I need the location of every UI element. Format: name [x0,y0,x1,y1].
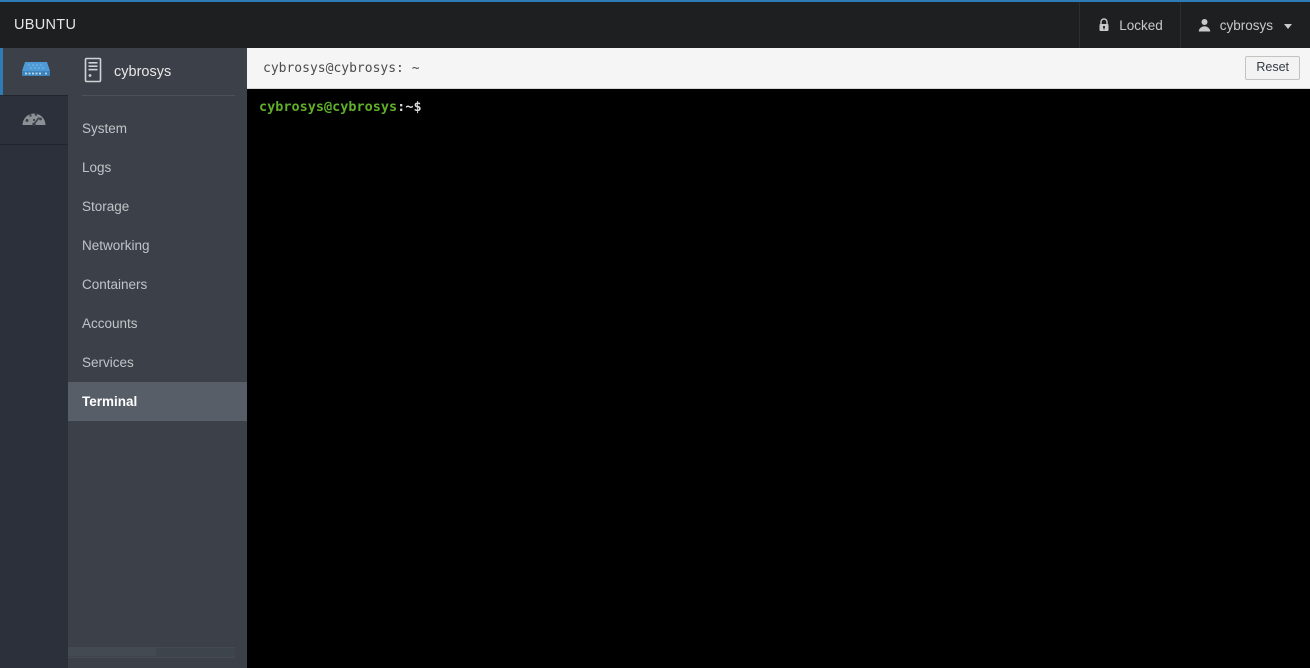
user-menu-button[interactable]: cybrosys [1179,2,1310,48]
icon-rail [0,48,68,668]
app-body: cybrosys System Logs Storage Networking … [0,48,1310,668]
lock-icon [1097,17,1111,33]
terminal-screen[interactable]: cybrosys@cybrosys:~$ [247,89,1310,657]
user-icon [1198,17,1212,33]
cockpit-app: UBUNTU Locked cybrosys cybrosys System L… [0,0,1310,668]
terminal-titlebar: cybrosys@cybrosys: ~ Reset [247,48,1310,89]
brand-label: UBUNTU [14,17,77,33]
top-navbar: UBUNTU Locked cybrosys [0,2,1310,48]
dashboard-gauge-icon [21,108,47,133]
sidebar: cybrosys System Logs Storage Networking … [68,48,247,668]
rail-item-host[interactable] [0,48,68,95]
locked-label: Locked [1119,17,1163,33]
rail-item-metrics[interactable] [0,95,68,145]
locked-status-button[interactable]: Locked [1079,2,1180,48]
sidebar-nav: System Logs Storage Networking Container… [68,96,247,642]
prompt-symbol: $ [413,99,422,115]
scrollbar-thumb[interactable] [68,647,156,656]
sidebar-host-title: cybrosys [114,63,172,80]
terminal-bottom-spacer [247,657,1310,668]
sidebar-item-networking[interactable]: Networking [68,226,247,265]
prompt-user-host: cybrosys@cybrosys [259,99,398,115]
navbar-right-group: Locked cybrosys [1079,2,1310,48]
sidebar-horizontal-scrollbar[interactable] [68,642,247,668]
user-menu-label: cybrosys [1219,17,1273,33]
sidebar-header[interactable]: cybrosys [68,48,247,95]
sidebar-item-system[interactable]: System [68,109,247,148]
host-server-icon [21,59,51,84]
sidebar-item-logs[interactable]: Logs [68,148,247,187]
sidebar-item-terminal[interactable]: Terminal [68,382,247,421]
sidebar-item-containers[interactable]: Containers [68,265,247,304]
rail-filler [0,145,68,668]
chevron-down-icon [1284,23,1292,29]
server-tower-icon [83,57,103,87]
sidebar-item-accounts[interactable]: Accounts [68,304,247,343]
reset-button[interactable]: Reset [1245,56,1300,80]
terminal-pane: cybrosys@cybrosys: ~ Reset cybrosys@cybr… [247,48,1310,668]
sidebar-item-storage[interactable]: Storage [68,187,247,226]
terminal-prompt-line: cybrosys@cybrosys:~$ [259,99,1310,116]
terminal-title: cybrosys@cybrosys: ~ [263,60,420,76]
sidebar-item-services[interactable]: Services [68,343,247,382]
